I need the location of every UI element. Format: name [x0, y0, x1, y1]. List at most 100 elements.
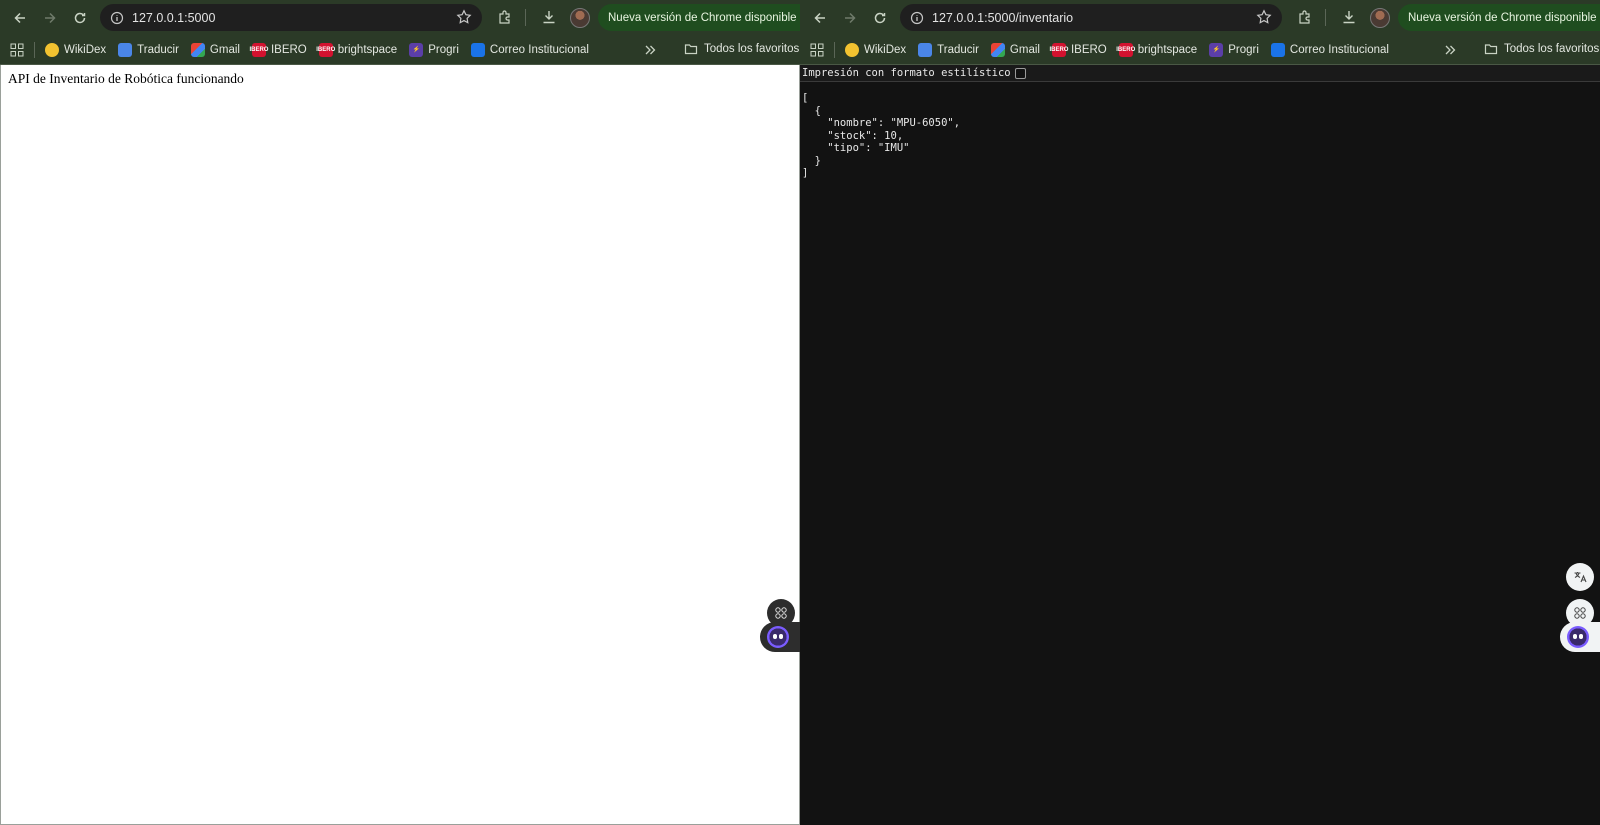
bookmark-label: Gmail: [209, 43, 240, 56]
gmail-favicon: [190, 42, 205, 57]
url-text[interactable]: 127.0.0.1:5000/inventario: [932, 11, 1073, 25]
toolbar-divider: [525, 9, 526, 26]
all-bookmarks-folder[interactable]: Todos los favoritos: [1484, 42, 1599, 56]
bookmark-gmail[interactable]: Gmail: [990, 42, 1040, 57]
api-status-text: API de Inventario de Robótica funcionand…: [8, 71, 244, 86]
pretty-print-bar: Impresión con formato estilístico: [800, 65, 1600, 82]
reload-button[interactable]: [868, 6, 892, 30]
bookmark-progri[interactable]: ⚡ Progri: [1209, 42, 1259, 57]
assistant-tab[interactable]: [760, 622, 800, 652]
update-label: Nueva versión de Chrome disponible: [608, 11, 797, 24]
bookmark-traducir[interactable]: Traducir: [118, 42, 179, 57]
outlook-favicon: [1270, 42, 1285, 57]
folder-icon: [684, 44, 698, 55]
bookmark-label: IBERO: [1070, 43, 1107, 56]
translate-icon: [1574, 572, 1587, 583]
apps-icon[interactable]: [10, 43, 24, 57]
reload-button[interactable]: [68, 6, 92, 30]
bookmark-label: Correo Institucional: [489, 43, 589, 56]
back-button[interactable]: [8, 6, 32, 30]
outlook-favicon: [470, 42, 485, 57]
extensions-icon[interactable]: [1297, 9, 1313, 25]
bot-icon: [1567, 626, 1589, 648]
bookmark-label: brightspace: [337, 43, 398, 56]
bookmark-ibero[interactable]: IBERO IBERO: [249, 42, 307, 57]
address-bar[interactable]: 127.0.0.1:5000/inventario: [900, 4, 1282, 31]
shortcut-icon: [775, 607, 787, 619]
bookmark-ibero[interactable]: IBERO IBERO: [1049, 42, 1107, 57]
translate-favicon: [118, 42, 133, 57]
apps-icon[interactable]: [810, 43, 824, 57]
profile-avatar[interactable]: [570, 8, 590, 28]
star-icon[interactable]: [456, 9, 472, 25]
ibero-favicon: IBERO: [249, 42, 268, 57]
bookmark-label: WikiDex: [64, 43, 107, 56]
bookmark-label: Traducir: [937, 43, 979, 56]
chevron-double-icon[interactable]: [643, 43, 657, 57]
all-bookmarks-folder[interactable]: Todos los favoritos: [684, 42, 799, 56]
ibero-favicon: IBERO: [1116, 42, 1135, 57]
bookmark-label: IBERO: [270, 43, 307, 56]
reload-icon: [874, 12, 886, 23]
bookmark-gmail[interactable]: Gmail: [190, 42, 240, 57]
site-info-icon[interactable]: [110, 11, 124, 25]
page-content: Impresión con formato estilístico [ { "n…: [800, 65, 1600, 825]
ibero-favicon: IBERO: [316, 42, 335, 57]
all-bookmarks-label: Todos los favoritos: [1504, 43, 1600, 55]
url-text[interactable]: 127.0.0.1:5000: [132, 11, 215, 25]
shortcut-icon: [1574, 607, 1586, 619]
bookmark-traducir[interactable]: Traducir: [918, 42, 979, 57]
extensions-icon[interactable]: [497, 9, 513, 25]
all-bookmarks-label: Todos los favoritos: [704, 43, 800, 55]
bookmark-label: Progri: [428, 43, 459, 56]
browser-window-left: 127.0.0.1:5000 Nueva versión de Chrome d…: [0, 0, 800, 825]
reload-icon: [74, 12, 86, 23]
bookmark-label: Gmail: [1009, 43, 1040, 56]
bookmark-wikidex[interactable]: WikiDex: [45, 42, 107, 57]
wikidex-favicon: [845, 42, 859, 57]
browser-window-right: 127.0.0.1:5000/inventario Nueva versión …: [800, 0, 1600, 825]
bookmark-correo[interactable]: Correo Institucional: [1270, 42, 1389, 57]
wikidex-favicon: [45, 42, 59, 57]
translate-button[interactable]: [1566, 563, 1594, 591]
update-label: Nueva versión de Chrome disponible: [1408, 11, 1597, 24]
progri-favicon: ⚡: [409, 42, 424, 57]
bookmark-brightspace[interactable]: IBERO brightspace: [316, 42, 398, 57]
bookmarks-bar: WikiDex Traducir Gmail IBERO IBERO IBERO b…: [800, 35, 1600, 65]
forward-button[interactable]: [838, 6, 862, 30]
forward-icon: [45, 12, 56, 23]
json-output: [ { "nombre": "MPU-6050", "stock": 10, "…: [802, 92, 961, 179]
pretty-print-checkbox[interactable]: [1014, 67, 1026, 79]
forward-button[interactable]: [38, 6, 62, 30]
profile-avatar[interactable]: [1370, 8, 1390, 28]
bookmark-label: Traducir: [137, 43, 179, 56]
chrome-update-button[interactable]: Nueva versión de Chrome disponible: [598, 4, 800, 31]
bookmark-wikidex[interactable]: WikiDex: [845, 42, 906, 57]
back-icon: [814, 12, 825, 23]
bookmark-label: brightspace: [1137, 43, 1198, 56]
download-icon[interactable]: [1341, 9, 1357, 25]
bookmark-label: Progri: [1228, 43, 1259, 56]
translate-favicon: [918, 42, 933, 57]
page-content: API de Inventario de Robótica funcionand…: [0, 65, 800, 825]
site-info-icon[interactable]: [910, 11, 924, 25]
download-icon[interactable]: [541, 9, 557, 25]
chevron-double-icon[interactable]: [1443, 43, 1457, 57]
forward-icon: [845, 12, 856, 23]
star-icon[interactable]: [1256, 9, 1272, 25]
bookmarks-bar: WikiDex Traducir Gmail IBERO IBERO IBERO b…: [0, 35, 800, 65]
chrome-update-button[interactable]: Nueva versión de Chrome disponible: [1398, 4, 1600, 31]
assistant-tab[interactable]: [1560, 622, 1600, 652]
address-bar[interactable]: 127.0.0.1:5000: [100, 4, 482, 31]
bookmark-brightspace[interactable]: IBERO brightspace: [1116, 42, 1198, 57]
ibero-favicon: IBERO: [1049, 42, 1068, 57]
back-button[interactable]: [808, 6, 832, 30]
bookmark-progri[interactable]: ⚡ Progri: [409, 42, 459, 57]
pretty-print-label: Impresión con formato estilístico: [802, 67, 1011, 79]
toolbar-divider: [1325, 9, 1326, 26]
progri-favicon: ⚡: [1209, 42, 1224, 57]
folder-icon: [1484, 44, 1498, 55]
bookmark-correo[interactable]: Correo Institucional: [470, 42, 589, 57]
toolbar: 127.0.0.1:5000 Nueva versión de Chrome d…: [0, 0, 800, 35]
bookmarks-divider: [834, 41, 835, 58]
